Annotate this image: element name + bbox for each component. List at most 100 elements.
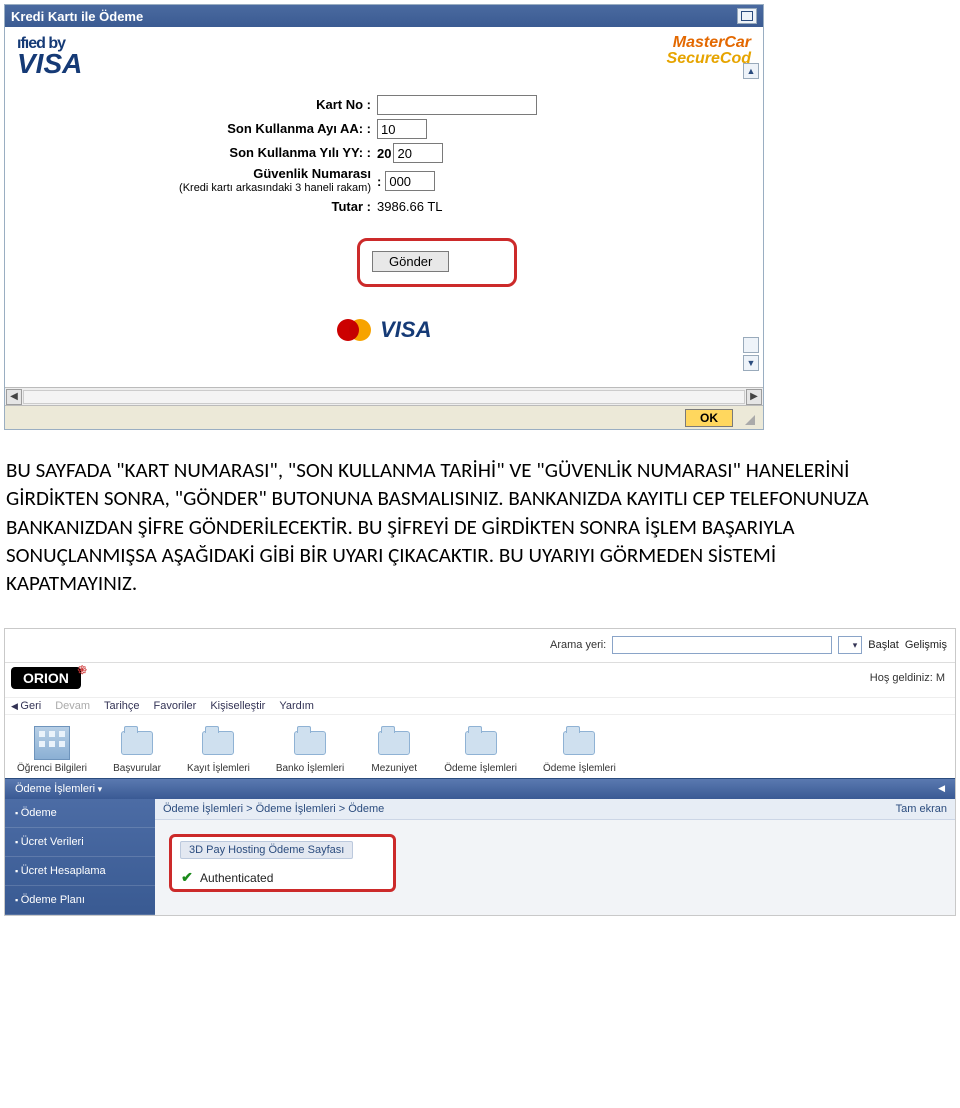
horizontal-scrollbar[interactable]: ◀ ▶ [5, 387, 763, 405]
module-label: Başvurular [113, 763, 161, 774]
folder-icon [378, 731, 410, 755]
sidebar-item-payment[interactable]: Ödeme [5, 799, 155, 828]
folder-icon [465, 731, 497, 755]
payment-body: ıfıed by VISA MasterCar SecureCod ▲ Kart… [5, 27, 763, 387]
brand-row: ıfıed by VISA MasterCar SecureCod [17, 35, 751, 75]
payment-window: Kredi Kartı ile Ödeme ıfıed by VISA Mast… [4, 4, 764, 430]
exp-year-prefix: 20 [377, 146, 391, 161]
window-titlebar: Kredi Kartı ile Ödeme [5, 5, 763, 27]
content-row: Ödeme Ücret Verileri Ücret Hesaplama Öde… [5, 799, 955, 915]
inner-panel: 3D Pay Hosting Ödeme Sayfası ✔ Authentic… [155, 820, 955, 914]
window-title: Kredi Kartı ile Ödeme [11, 9, 143, 24]
nav-history[interactable]: Tarihçe [104, 700, 139, 712]
msc-line1: MasterCar [667, 35, 751, 51]
scroll-left-icon[interactable]: ◀ [6, 389, 22, 405]
verified-by-visa-logo: ıfıed by VISA [17, 35, 82, 75]
folder-icon [563, 731, 595, 755]
side-controls-2: ▼ [743, 337, 759, 371]
auth-status-text: Authenticated [200, 871, 273, 885]
cvv-sublabel: (Kredi kartı arkasındaki 3 haneli rakam) [17, 181, 371, 195]
maximize-icon[interactable] [737, 8, 757, 24]
folder-icon [121, 731, 153, 755]
search-scope-dropdown[interactable] [838, 636, 862, 654]
sidebar-item-payment-plan[interactable]: Ödeme Planı [5, 886, 155, 915]
status-bar: OK [5, 405, 763, 429]
scroll-track[interactable] [23, 390, 745, 404]
msc-line2: SecureCod [667, 51, 751, 67]
orion-logo: ORION [11, 667, 81, 689]
exp-month-label: Son Kullanma Ayı AA: : [17, 122, 377, 136]
module-bank[interactable]: Banko İşlemleri [276, 723, 344, 774]
highlight-box: 3D Pay Hosting Ödeme Sayfası ✔ Authentic… [169, 834, 396, 892]
main-panel: Ödeme İşlemleri > Ödeme İşlemleri > Ödem… [155, 799, 955, 915]
check-icon: ✔ [180, 871, 194, 885]
module-label: Ödeme İşlemleri [543, 763, 616, 774]
folder-icon [294, 731, 326, 755]
orion-topbar: Arama yeri: Başlat Gelişmiş [5, 629, 955, 663]
submit-button[interactable]: Gönder [372, 251, 449, 272]
visa-icon: VISA [380, 317, 431, 343]
nav-back[interactable]: Geri [11, 700, 41, 712]
nav-personalize[interactable]: Kişiselleştir [210, 700, 265, 712]
exp-year-input[interactable] [393, 143, 443, 163]
nav-favorites[interactable]: Favoriler [154, 700, 197, 712]
cvv-input[interactable] [385, 171, 435, 191]
advanced-link[interactable]: Gelişmiş [905, 639, 947, 651]
sidebar: Ödeme Ücret Verileri Ücret Hesaplama Öde… [5, 799, 155, 915]
module-graduation[interactable]: Mezuniyet [370, 723, 418, 774]
side-box-icon[interactable] [743, 337, 759, 353]
folder-icon [202, 731, 234, 755]
nav-forward: Devam [55, 700, 90, 712]
breadcrumb-path[interactable]: Ödeme İşlemleri > Ödeme İşlemleri > Ödem… [163, 803, 384, 815]
nav-help[interactable]: Yardım [279, 700, 314, 712]
sidebar-item-fee-calc[interactable]: Ücret Hesaplama [5, 857, 155, 886]
scroll-down-icon[interactable]: ▼ [743, 355, 759, 371]
orion-header-row: ORION Hoş geldiniz: M [5, 663, 955, 697]
cvv-label-text: Güvenlik Numarası [253, 166, 371, 181]
tab-3d-pay[interactable]: 3D Pay Hosting Ödeme Sayfası [180, 841, 353, 859]
ok-button[interactable]: OK [685, 409, 733, 427]
side-controls: ▲ [743, 63, 759, 79]
module-label: Mezuniyet [371, 763, 417, 774]
cvv-label: Güvenlik Numarası (Kredi kartı arkasında… [17, 167, 377, 195]
module-label: Kayıt İşlemleri [187, 763, 250, 774]
cvv-colon: : [377, 174, 385, 189]
exp-year-label: Son Kullanma Yılı YY: : [17, 146, 377, 160]
payment-form: Kart No : Son Kullanma Ayı AA: : Son Kul… [17, 95, 751, 343]
section-title[interactable]: Ödeme İşlemleri [15, 783, 102, 795]
sidebar-item-fee-data[interactable]: Ücret Verileri [5, 828, 155, 857]
fullscreen-link[interactable]: Tam ekran [896, 803, 947, 815]
search-input[interactable] [612, 636, 832, 654]
submit-highlight-box: Gönder [357, 238, 517, 287]
module-label: Öğrenci Bilgileri [17, 763, 87, 774]
amount-label: Tutar : [17, 200, 377, 214]
scroll-up-icon[interactable]: ▲ [743, 63, 759, 79]
section-collapse-icon[interactable]: ◀ [938, 783, 945, 794]
welcome-text: Hoş geldiniz: M [870, 672, 945, 684]
module-payment-2[interactable]: Ödeme İşlemleri [543, 723, 616, 774]
mastercard-icon [337, 319, 371, 341]
auth-status-row: ✔ Authenticated [180, 871, 353, 885]
section-header: Ödeme İşlemleri ◀ [5, 778, 955, 799]
module-registration[interactable]: Kayıt İşlemleri [187, 723, 250, 774]
cardno-label: Kart No : [17, 98, 377, 112]
module-label: Banko İşlemleri [276, 763, 344, 774]
module-applications[interactable]: Başvurular [113, 723, 161, 774]
module-payment-1[interactable]: Ödeme İşlemleri [444, 723, 517, 774]
module-label: Ödeme İşlemleri [444, 763, 517, 774]
resize-grip-icon[interactable] [741, 411, 755, 425]
vbv-line2: VISA [17, 53, 82, 75]
exp-month-input[interactable] [377, 119, 427, 139]
search-label: Arama yeri: [550, 639, 606, 651]
breadcrumb: Ödeme İşlemleri > Ödeme İşlemleri > Ödem… [155, 799, 955, 820]
building-icon [34, 726, 70, 760]
orion-nav-menu: Geri Devam Tarihçe Favoriler Kişiselleşt… [5, 697, 955, 714]
amount-value: 3986.66 TL [377, 199, 443, 214]
card-number-input[interactable] [377, 95, 537, 115]
start-link[interactable]: Başlat [868, 639, 899, 651]
orion-app: Arama yeri: Başlat Gelişmiş ORION Hoş ge… [4, 628, 956, 916]
scroll-right-icon[interactable]: ▶ [746, 389, 762, 405]
module-toolbar: Öğrenci Bilgileri Başvurular Kayıt İşlem… [5, 714, 955, 778]
module-student-info[interactable]: Öğrenci Bilgileri [17, 723, 87, 774]
card-brand-logos: VISA [17, 317, 751, 343]
